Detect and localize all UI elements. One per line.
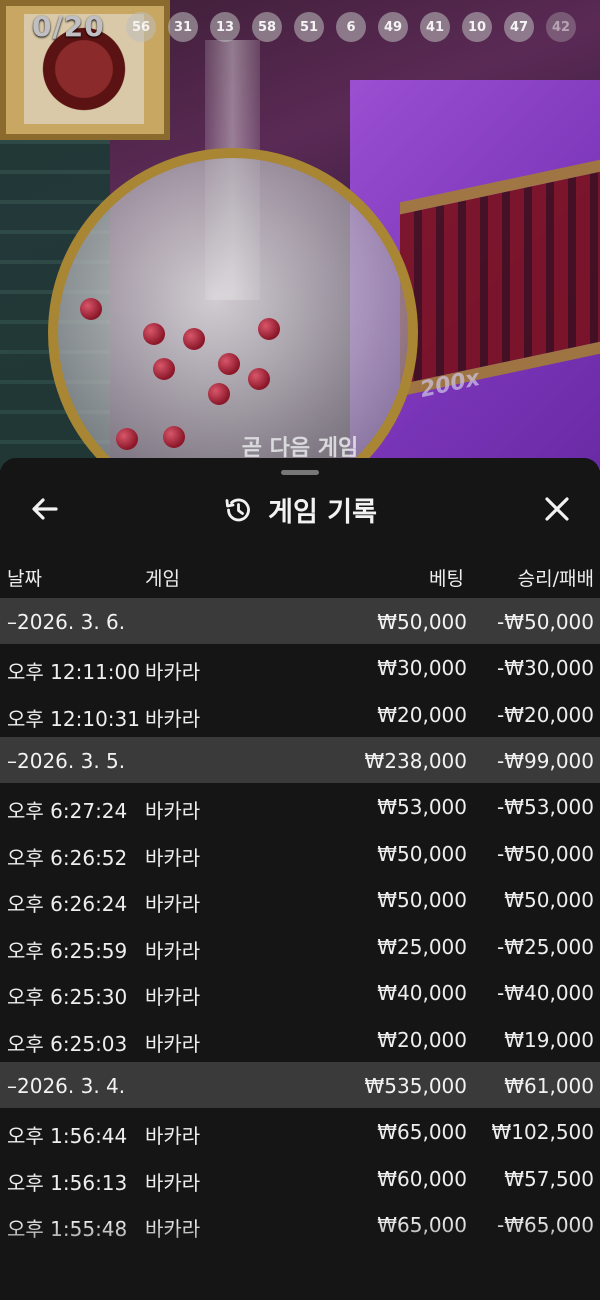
row-game: 바카라 xyxy=(145,706,201,731)
row-bet: ₩65,000 xyxy=(377,1120,467,1144)
row-result: ₩50,000 xyxy=(504,888,594,912)
row-result: -₩40,000 xyxy=(497,981,594,1005)
row-game: 바카라 xyxy=(145,799,201,823)
close-button[interactable] xyxy=(540,492,574,526)
row-time: 오후 6:25:03 xyxy=(7,1031,128,1056)
row-time: 오후 1:56:13 xyxy=(7,1170,128,1195)
column-date: 날짜 xyxy=(7,568,42,590)
game-row[interactable]: 오후 6:25:59 바카라 ₩25,000 -₩25,000 xyxy=(0,923,600,970)
date-group-row[interactable]: –2026. 3. 5. ₩238,000 -₩99,000 xyxy=(0,737,600,783)
game-row[interactable]: 오후 6:25:30 바카라 ₩40,000 -₩40,000 xyxy=(0,969,600,1016)
row-bet: ₩53,000 xyxy=(377,795,467,819)
row-game: 바카라 xyxy=(145,660,201,684)
column-header-row: 날짜 게임 베팅 승리/패배 xyxy=(0,552,600,598)
row-bet: ₩65,000 xyxy=(377,1213,467,1237)
column-result: 승리/패배 xyxy=(517,568,594,590)
close-icon xyxy=(545,497,569,521)
group-date: –2026. 3. 5. xyxy=(7,749,126,773)
ball-chip: 47 xyxy=(504,12,534,42)
row-time: 오후 6:26:52 xyxy=(7,845,128,870)
sheet-header: 게임 기록 xyxy=(0,480,600,538)
history-clock-icon xyxy=(225,498,250,521)
ball-chip: 51 xyxy=(294,12,324,42)
row-result: -₩50,000 xyxy=(497,841,594,866)
ball-chip: 56 xyxy=(126,12,156,42)
game-row[interactable]: 오후 1:56:44 바카라 ₩65,000 ₩102,500 xyxy=(0,1108,600,1155)
row-time: 오후 6:27:24 xyxy=(7,799,128,823)
row-game: 바카라 xyxy=(145,1170,201,1195)
row-result: -₩20,000 xyxy=(497,702,594,727)
row-bet: ₩50,000 xyxy=(377,888,467,912)
ball-chip: 58 xyxy=(252,12,282,42)
group-date: –2026. 3. 4. xyxy=(7,1074,126,1098)
game-row[interactable]: 오후 12:11:00 바카라 ₩30,000 -₩30,000 xyxy=(0,644,600,691)
row-game: 바카라 xyxy=(145,845,201,870)
ball-chip: 10 xyxy=(462,12,492,42)
sheet-title-wrap: 게임 기록 xyxy=(0,490,600,529)
row-result: ₩19,000 xyxy=(504,1027,594,1052)
ball-chip: 13 xyxy=(210,12,240,42)
row-result: -₩30,000 xyxy=(497,656,594,680)
row-result: -₩25,000 xyxy=(497,934,594,959)
game-row[interactable]: 오후 6:25:03 바카라 ₩20,000 ₩19,000 xyxy=(0,1016,600,1063)
ball-chip: 6 xyxy=(336,12,366,42)
row-game: 바카라 xyxy=(145,938,201,963)
row-game: 바카라 xyxy=(145,1217,201,1241)
group-result-total: ₩61,000 xyxy=(504,1074,594,1098)
row-time: 오후 1:56:44 xyxy=(7,1124,128,1148)
date-group-row[interactable]: –2026. 3. 4. ₩535,000 ₩61,000 xyxy=(0,1062,600,1108)
row-bet: ₩30,000 xyxy=(377,656,467,680)
row-time: 오후 12:10:31 xyxy=(7,706,140,731)
game-row[interactable]: 오후 12:10:31 바카라 ₩20,000 -₩20,000 xyxy=(0,691,600,738)
row-result: -₩53,000 xyxy=(497,795,594,819)
row-bet: ₩40,000 xyxy=(377,981,467,1005)
column-bet: 베팅 xyxy=(429,568,464,590)
row-game: 바카라 xyxy=(145,1031,201,1056)
ball-chip: 41 xyxy=(420,12,450,42)
group-bet-total: ₩50,000 xyxy=(377,610,467,634)
row-bet: ₩50,000 xyxy=(377,841,467,866)
live-game-video: 200x 곧 다음 게임 0/20 56 31 13 58 51 6 49 41… xyxy=(0,0,600,470)
group-result-total: -₩50,000 xyxy=(497,610,594,634)
row-result: -₩65,000 xyxy=(497,1213,594,1237)
row-time: 오후 6:25:59 xyxy=(7,938,128,963)
game-row[interactable]: 오후 6:27:24 바카라 ₩53,000 -₩53,000 xyxy=(0,783,600,830)
page-title: 게임 기록 xyxy=(268,497,377,528)
row-result: ₩57,500 xyxy=(504,1166,594,1191)
game-row[interactable]: 오후 1:56:13 바카라 ₩60,000 ₩57,500 xyxy=(0,1155,600,1202)
ball-chip: 49 xyxy=(378,12,408,42)
drawn-balls: 56 31 13 58 51 6 49 41 10 47 42 xyxy=(126,12,576,42)
game-history-sheet: 게임 기록 날짜 게임 베팅 승리/패배 –2026. 3. 6. ₩50,00… xyxy=(0,458,600,1300)
draw-counter: 0/20 xyxy=(32,10,105,43)
row-bet: ₩20,000 xyxy=(377,1027,467,1052)
row-bet: ₩60,000 xyxy=(377,1166,467,1191)
game-row[interactable]: 오후 6:26:24 바카라 ₩50,000 ₩50,000 xyxy=(0,876,600,923)
group-bet-total: ₩535,000 xyxy=(364,1074,467,1098)
row-result: ₩102,500 xyxy=(491,1120,594,1144)
group-date: –2026. 3. 6. xyxy=(7,610,126,634)
row-time: 오후 6:26:24 xyxy=(7,892,128,916)
group-result-total: -₩99,000 xyxy=(497,749,594,773)
row-time: 오후 1:55:48 xyxy=(7,1217,128,1241)
row-time: 오후 6:25:30 xyxy=(7,985,128,1009)
date-group-row[interactable]: –2026. 3. 6. ₩50,000 -₩50,000 xyxy=(0,598,600,644)
game-row[interactable]: 오후 1:55:48 바카라 ₩65,000 -₩65,000 xyxy=(0,1201,600,1248)
row-bet: ₩20,000 xyxy=(377,702,467,727)
row-game: 바카라 xyxy=(145,892,201,916)
row-time: 오후 12:11:00 xyxy=(7,660,140,684)
drag-handle[interactable] xyxy=(281,470,319,475)
group-bet-total: ₩238,000 xyxy=(364,749,467,773)
row-game: 바카라 xyxy=(145,985,201,1009)
game-row[interactable]: 오후 6:26:52 바카라 ₩50,000 -₩50,000 xyxy=(0,830,600,877)
column-game: 게임 xyxy=(145,568,180,590)
ball-chip: 31 xyxy=(168,12,198,42)
history-list: –2026. 3. 6. ₩50,000 -₩50,000 오후 12:11:0… xyxy=(0,598,600,1248)
row-game: 바카라 xyxy=(145,1124,201,1148)
row-bet: ₩25,000 xyxy=(377,934,467,959)
ball-chip: 42 xyxy=(546,12,576,42)
